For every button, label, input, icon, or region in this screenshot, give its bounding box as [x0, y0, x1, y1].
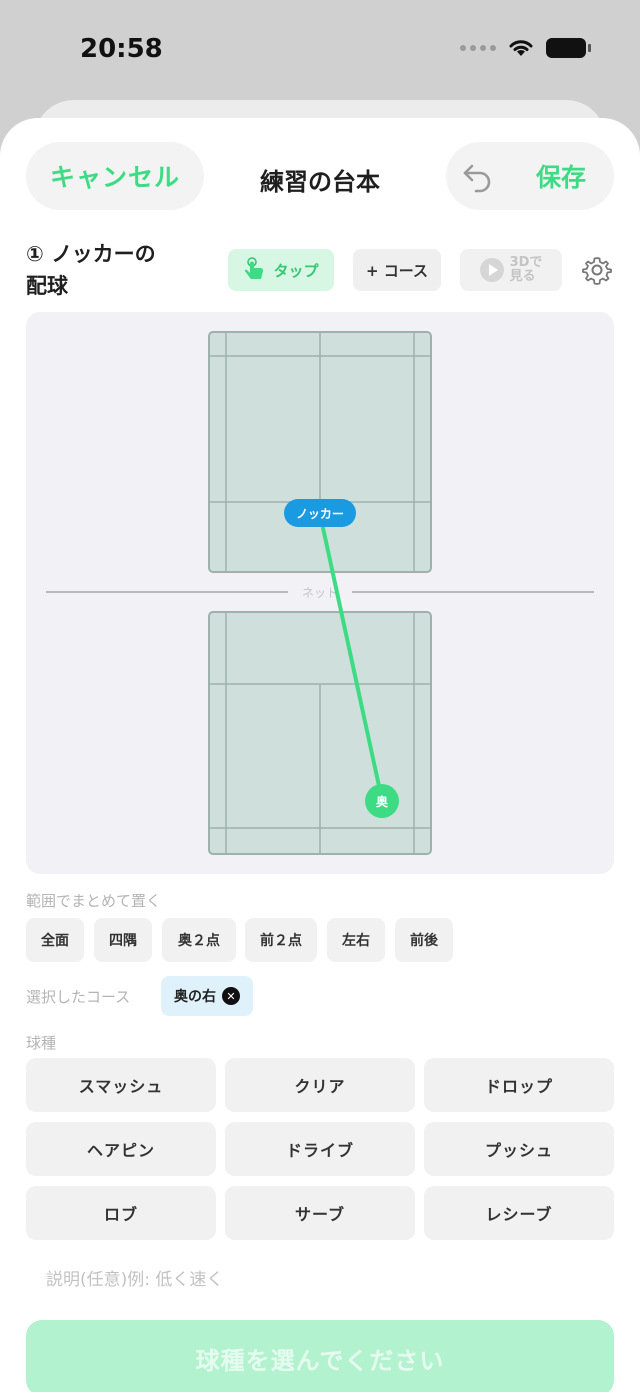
- knocker-marker[interactable]: ノッカー: [284, 499, 356, 527]
- undo-icon[interactable]: [460, 158, 496, 194]
- shot-type-label: 球種: [26, 1034, 57, 1052]
- gear-icon[interactable]: [582, 255, 612, 285]
- range-section-label: 範囲でまとめて置く: [26, 892, 162, 910]
- script-editor-sheet: キャンセル 練習の台本 保存 ① ノッカーの 配球 タップ + コース 3Dで …: [0, 118, 640, 1392]
- description-input[interactable]: [26, 1260, 614, 1300]
- knocker-label: ノッカー: [296, 507, 344, 521]
- step-title-line1: ① ノッカーの: [26, 242, 156, 266]
- range-option-corners[interactable]: 四隅: [94, 918, 152, 962]
- status-bar: 20:58: [0, 0, 640, 100]
- shot-type-hairpin[interactable]: ヘアピン: [26, 1122, 216, 1176]
- shot-type-push[interactable]: プッシュ: [424, 1122, 614, 1176]
- add-course-label: + コース: [365, 261, 429, 280]
- range-option-front-two[interactable]: 前２点: [245, 918, 317, 962]
- shot-type-clear[interactable]: クリア: [225, 1058, 415, 1112]
- badminton-court[interactable]: ネット ノッカー 奥: [26, 312, 614, 874]
- tap-label: タップ: [273, 261, 319, 280]
- submit-button[interactable]: 球種を選んでください: [26, 1320, 614, 1392]
- view-3d-line2: 見る: [509, 269, 536, 284]
- range-option-front-back[interactable]: 前後: [395, 918, 453, 962]
- target-marker[interactable]: 奥: [365, 784, 399, 818]
- step-title-line2: 配球: [26, 274, 68, 298]
- range-option-back-two[interactable]: 奥２点: [162, 918, 236, 962]
- shot-type-drive[interactable]: ドライブ: [225, 1122, 415, 1176]
- shot-type-receive[interactable]: レシーブ: [424, 1186, 614, 1240]
- view-3d-button[interactable]: 3Dで 見る: [460, 249, 562, 291]
- net-label: ネット: [302, 586, 338, 600]
- step-title: ① ノッカーの 配球: [26, 238, 186, 302]
- selected-course-chip[interactable]: 奥の右 ✕: [161, 976, 253, 1016]
- shot-type-serve[interactable]: サーブ: [225, 1186, 415, 1240]
- shot-type-lob[interactable]: ロブ: [26, 1186, 216, 1240]
- battery-icon: [546, 38, 591, 58]
- selected-course-label: 選択したコース: [26, 988, 131, 1006]
- range-option-all[interactable]: 全面: [26, 918, 84, 962]
- play-icon: [479, 258, 504, 282]
- save-button[interactable]: 保存: [536, 158, 586, 194]
- shot-type-drop[interactable]: ドロップ: [424, 1058, 614, 1112]
- tap-mode-button[interactable]: タップ: [228, 249, 334, 291]
- cellular-signal-icon: [460, 45, 496, 51]
- view-3d-line1: 3Dで: [509, 255, 543, 270]
- header-actions: 保存: [446, 142, 614, 210]
- wifi-icon: [509, 40, 533, 56]
- submit-label: 球種を選んでください: [195, 1346, 445, 1375]
- shot-type-smash[interactable]: スマッシュ: [26, 1058, 216, 1112]
- status-icons: [460, 38, 591, 58]
- target-label: 奥: [376, 794, 389, 809]
- remove-icon[interactable]: ✕: [222, 987, 240, 1005]
- range-option-left-right[interactable]: 左右: [327, 918, 385, 962]
- tap-hand-icon: [245, 257, 264, 279]
- add-course-button[interactable]: + コース: [353, 249, 441, 291]
- selected-course-chip-label: 奥の右: [174, 989, 216, 1005]
- view-3d-label: 3Dで 見る: [510, 256, 543, 284]
- status-time: 20:58: [80, 34, 163, 64]
- court-area[interactable]: ネット ノッカー 奥: [26, 312, 614, 874]
